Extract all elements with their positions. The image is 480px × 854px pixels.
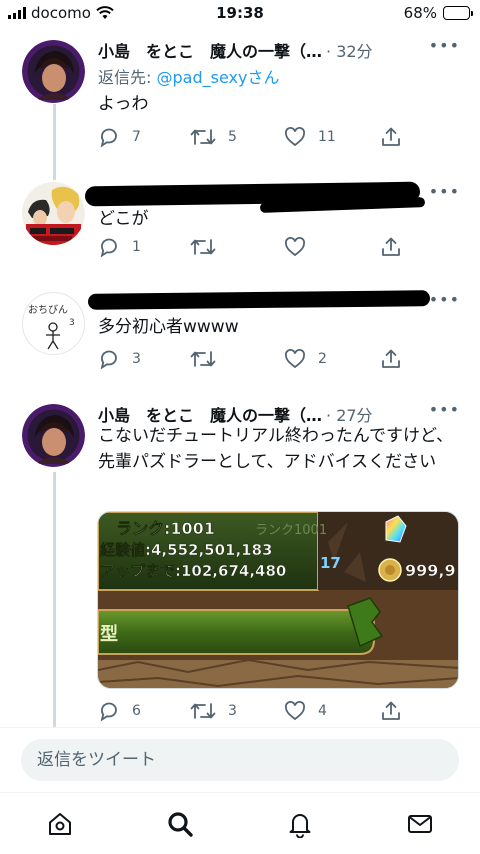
reply-to-suffix: さん [247, 68, 280, 87]
more-options-icon[interactable]: ••• [429, 290, 460, 309]
retweet-icon [190, 129, 216, 145]
tweet[interactable]: ••• どこが 1 [0, 170, 480, 280]
reply-count: 3 [132, 351, 141, 367]
retweet-button[interactable] [190, 348, 228, 370]
display-name[interactable]: 小島 をとこ 魔人の一撃（… [98, 38, 322, 62]
retweet-count: 5 [228, 129, 237, 145]
search-icon [168, 812, 193, 837]
tweet[interactable]: 小島 をとこ 魔人の一撃（… · 32分 ••• 返信先: @pad_sexyさ… [0, 0, 480, 170]
reply-count: 6 [132, 703, 141, 719]
tweet[interactable]: おちびん 3 ••• 多分初心者wwww 3 2 [0, 280, 480, 390]
bottom-tab-bar [0, 792, 480, 854]
tweet-text: どこが [98, 209, 149, 229]
share-icon [382, 349, 400, 368]
tweet-actions: 3 2 [98, 348, 400, 372]
retweet-count: 3 [228, 703, 237, 719]
rank-ghost-label: ランク1001 [255, 523, 327, 538]
share-button[interactable] [380, 126, 402, 148]
share-icon [382, 237, 400, 256]
retweet-button[interactable]: 3 [190, 700, 237, 722]
like-count: 4 [318, 703, 327, 719]
tweet-text: こないだチュートリアル終わったんですけど、先輩パズドラーとして、アドバイスくださ… [98, 426, 454, 472]
heart-icon [285, 701, 305, 721]
reply-to-line: 返信先: @pad_sexyさん [98, 64, 279, 88]
tweet-actions: 7 5 11 [98, 126, 400, 150]
tweet-actions: 6 3 4 [98, 700, 400, 724]
avatar[interactable] [22, 404, 85, 467]
reply-to-handle[interactable]: @pad_sexy [156, 68, 247, 87]
heart-icon [285, 237, 305, 257]
like-count: 11 [318, 129, 336, 145]
more-options-icon[interactable]: ••• [429, 400, 460, 419]
retweet-button[interactable]: 5 [190, 126, 237, 148]
reply-icon [100, 128, 117, 148]
reply-button[interactable]: 7 [98, 126, 141, 148]
exp-label: 経験値:4,552,501,183 [100, 541, 272, 559]
rank-label: ランク:1001 [116, 519, 215, 538]
tab-home[interactable] [45, 809, 75, 839]
avatar-text: おちびん [28, 304, 68, 316]
tweet-header: 小島 をとこ 魔人の一撃（… · 32分 [98, 38, 460, 62]
coin-count: 999,9 [405, 561, 456, 580]
more-options-icon[interactable]: ••• [429, 182, 460, 201]
share-icon [382, 127, 400, 146]
timestamp: · 32分 [326, 42, 373, 61]
retweet-icon [190, 351, 216, 367]
notifications-icon [289, 814, 311, 838]
like-button[interactable]: 4 [284, 700, 327, 722]
avatar-text-2: 3 [69, 318, 75, 328]
reply-icon [100, 238, 117, 258]
reply-button[interactable]: 6 [98, 700, 141, 722]
tab-search[interactable] [165, 809, 195, 839]
redacted-name [87, 290, 431, 310]
tweet-text: よっわ [98, 94, 149, 114]
avatar[interactable] [22, 182, 85, 245]
avatar[interactable] [22, 40, 85, 103]
next-rank-label: アップまで:102,674,480 [100, 562, 286, 580]
tweet-image[interactable]: ランク:1001 ランク1001 経験値:4,552,501,183 アップまで… [97, 511, 459, 689]
messages-icon [408, 815, 432, 833]
reply-to-prefix: 返信先: [98, 68, 157, 87]
reply-button[interactable]: 3 [98, 348, 141, 370]
like-button[interactable] [284, 236, 318, 258]
tweet-actions: 1 [98, 236, 400, 260]
tab-notifications[interactable] [285, 809, 315, 839]
share-button[interactable] [380, 236, 402, 258]
reply-input[interactable]: 返信をツイート [21, 739, 459, 781]
share-button[interactable] [380, 700, 402, 722]
reply-count: 1 [132, 239, 141, 255]
more-options-icon[interactable]: ••• [429, 36, 460, 55]
retweet-icon [190, 239, 216, 255]
reply-icon [100, 350, 117, 370]
share-icon [382, 701, 400, 720]
share-button[interactable] [380, 348, 402, 370]
banner-char: 型 [100, 623, 118, 645]
like-button[interactable]: 2 [284, 348, 327, 370]
reply-icon [100, 702, 117, 722]
avatar[interactable]: おちびん 3 [22, 292, 85, 355]
heart-icon [285, 349, 305, 369]
retweet-button[interactable] [190, 236, 228, 258]
reply-composer: 返信をツイート [0, 727, 480, 791]
like-count: 2 [318, 351, 327, 367]
side-number: 17 [320, 554, 341, 572]
reply-button[interactable]: 1 [98, 236, 141, 258]
heart-icon [285, 127, 305, 147]
reply-count: 7 [132, 129, 141, 145]
retweet-icon [190, 703, 216, 719]
tweet-text: 多分初心者wwww [98, 317, 239, 337]
home-icon [49, 813, 71, 835]
like-button[interactable]: 11 [284, 126, 336, 148]
tab-messages[interactable] [405, 809, 435, 839]
